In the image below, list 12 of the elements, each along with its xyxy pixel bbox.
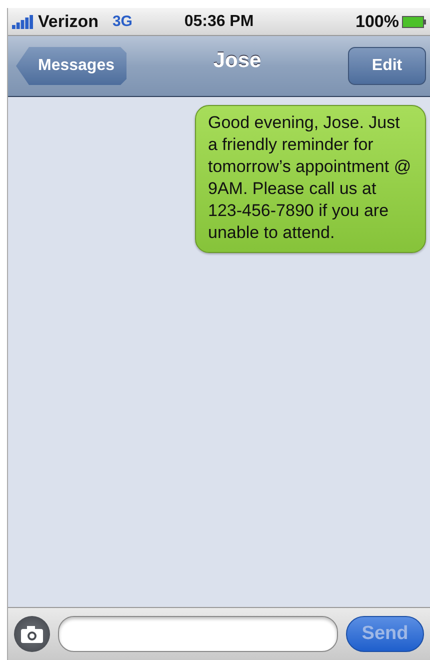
- message-input-field[interactable]: [58, 616, 338, 652]
- network-type: 3G: [112, 13, 132, 30]
- back-button[interactable]: Messages: [16, 47, 126, 85]
- conversation-title: Jose: [213, 49, 262, 73]
- battery-percent: 100%: [356, 12, 399, 32]
- clock-time: 05:36 PM: [183, 12, 255, 30]
- camera-icon[interactable]: [14, 616, 50, 652]
- carrier-name: Verizon: [38, 12, 98, 32]
- message-bubble: Good evening, Jose. Just a friendly reminder for tomorrow’s appointment @ 9AM. Please call us at 123-456-7890 if you are unable to attend.: [195, 105, 426, 253]
- edit-button[interactable]: Edit: [348, 47, 426, 85]
- battery-icon: [402, 16, 426, 28]
- signal-icon: [12, 14, 34, 28]
